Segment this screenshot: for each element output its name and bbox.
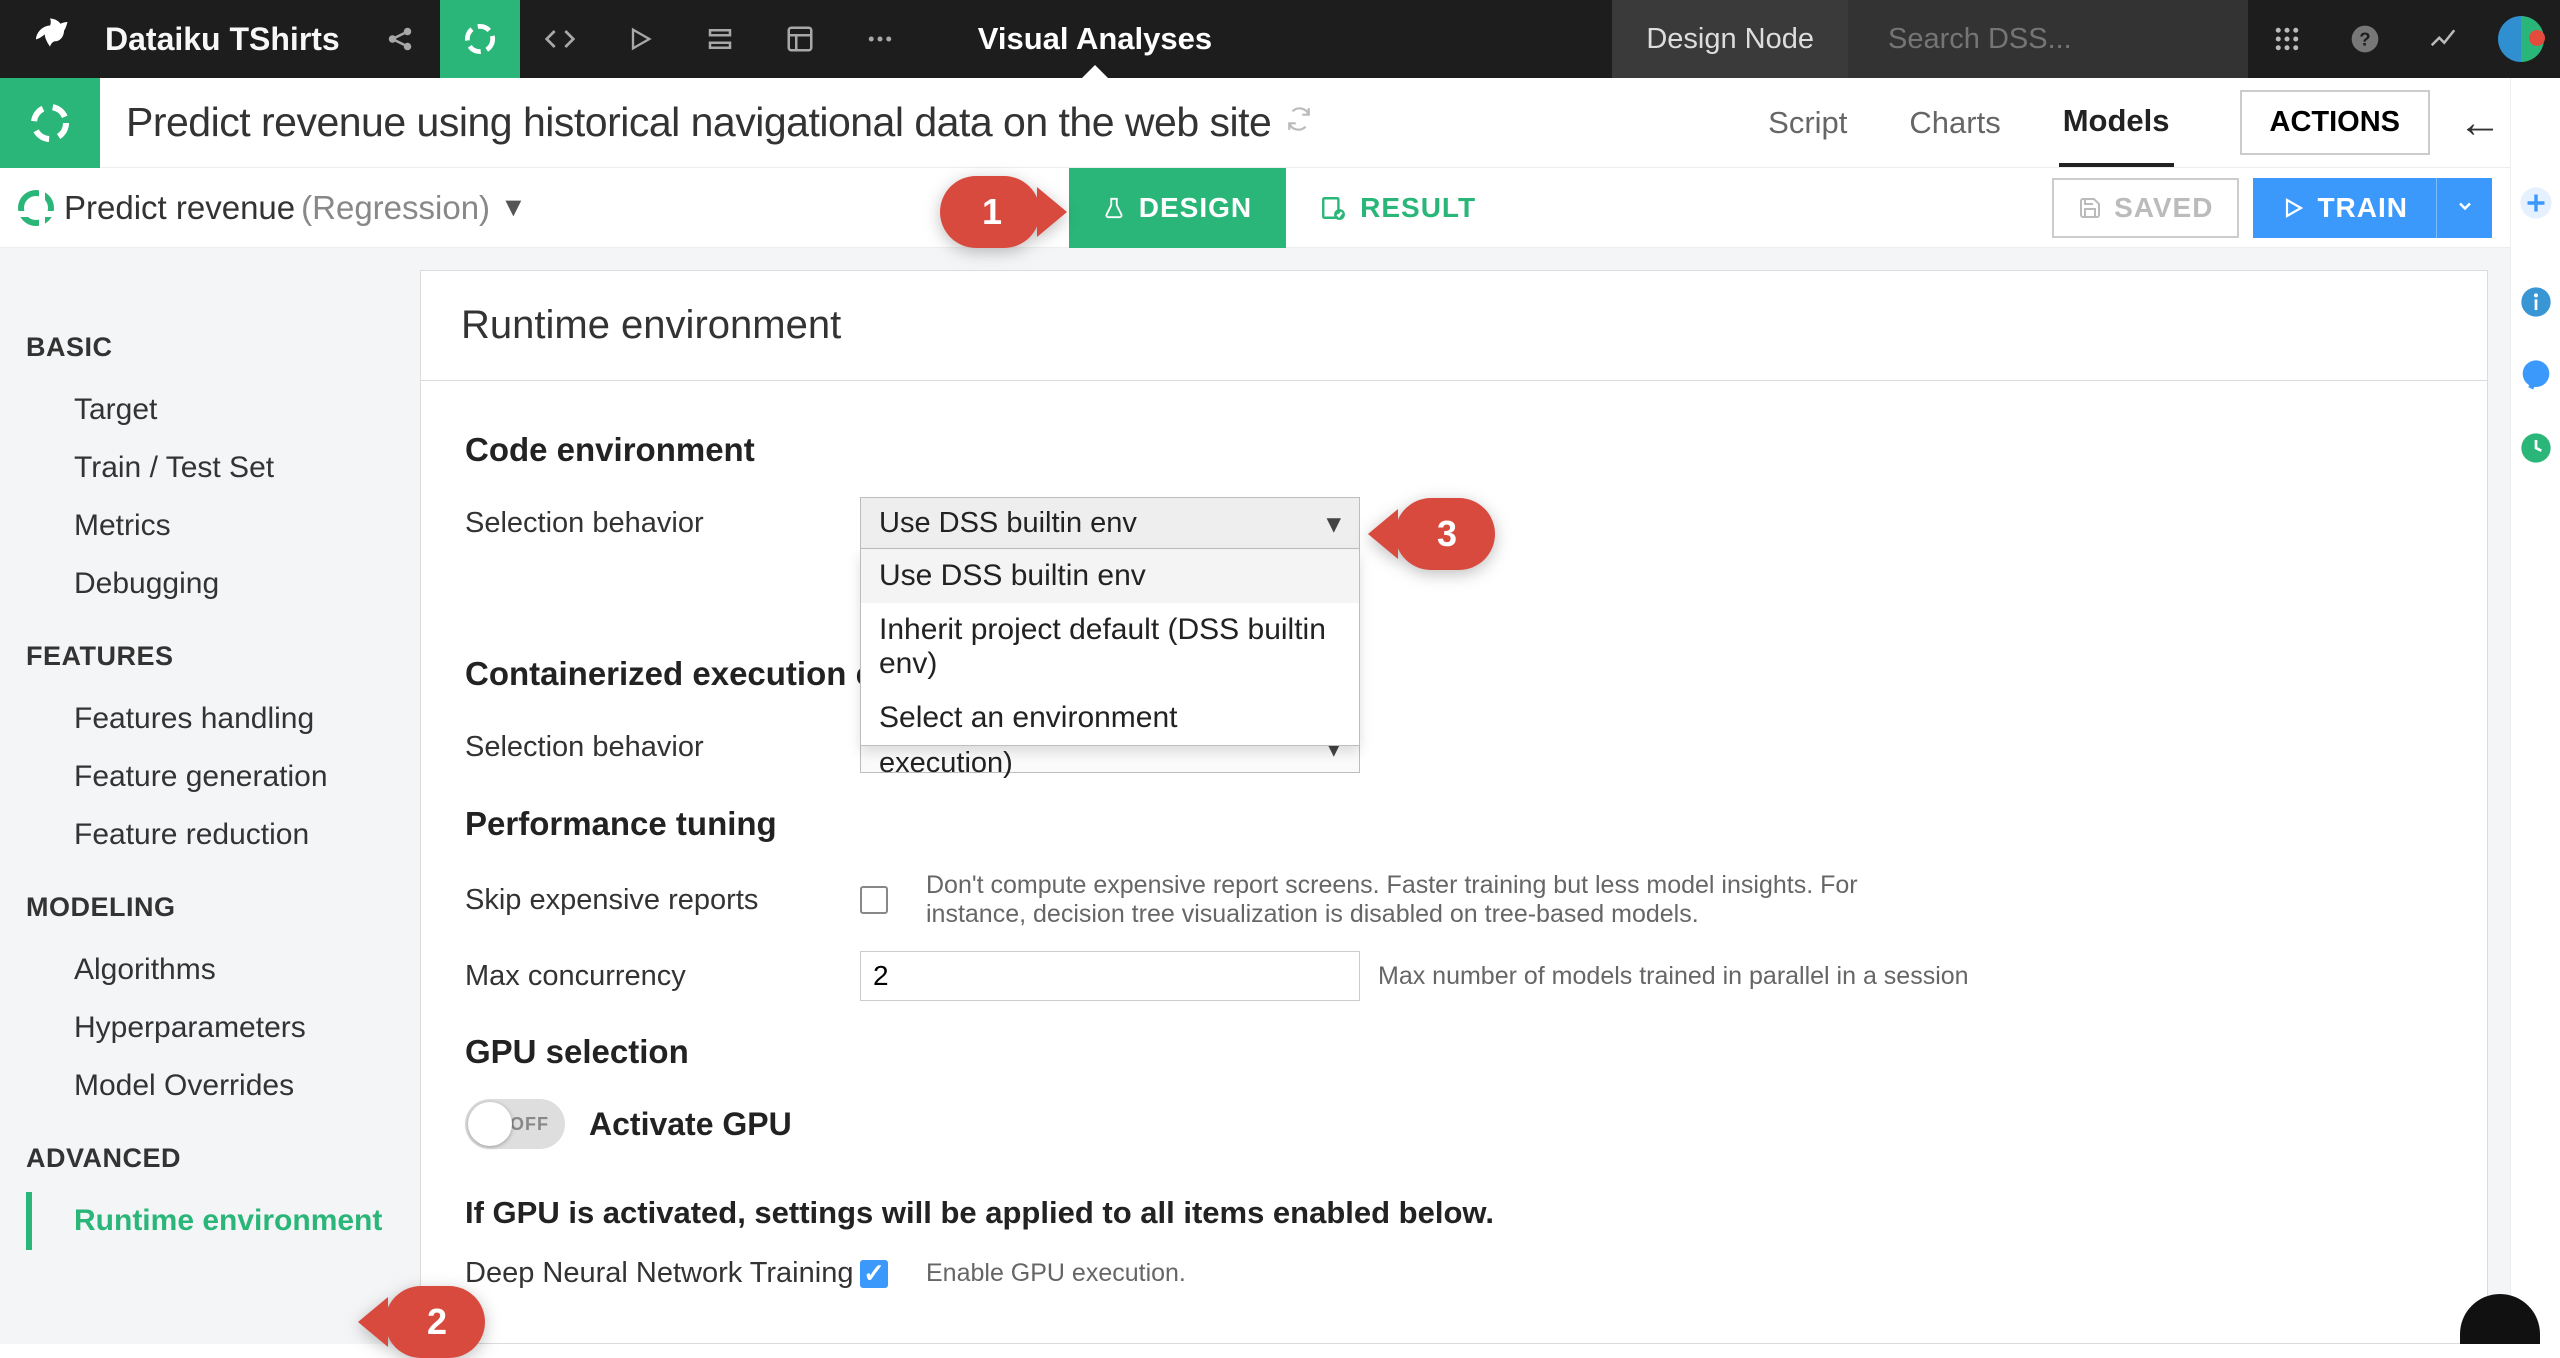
info-icon[interactable]: [2520, 286, 2552, 325]
sidebar-item-features-handling[interactable]: Features handling: [26, 690, 420, 748]
saved-button: SAVED: [2052, 178, 2239, 238]
design-button[interactable]: DESIGN: [1069, 168, 1286, 248]
result-button[interactable]: RESULT: [1286, 168, 1510, 248]
settings-sidebar: BASIC Target Train / Test Set Metrics De…: [0, 248, 420, 1344]
dnn-label: Deep Neural Network Training: [465, 1257, 860, 1290]
sidebar-group-advanced: ADVANCED: [26, 1143, 420, 1174]
help-icon[interactable]: ?: [2326, 23, 2404, 55]
sidebar-item-model-overrides[interactable]: Model Overrides: [26, 1057, 420, 1115]
sidebar-group-basic: BASIC: [26, 332, 420, 363]
user-avatar[interactable]: [2482, 16, 2560, 62]
sidebar-item-feature-generation[interactable]: Feature generation: [26, 748, 420, 806]
sidebar-item-algorithms[interactable]: Algorithms: [26, 941, 420, 999]
check-list-icon: [1320, 195, 1346, 221]
sidebar-item-hyperparameters[interactable]: Hyperparameters: [26, 999, 420, 1057]
callout-1: 1: [940, 176, 1040, 248]
gpu-activate-label: Activate GPU: [589, 1106, 792, 1143]
code-env-select[interactable]: Use DSS builtin env ▾ Use DSS builtin en…: [860, 497, 1360, 549]
apps-icon[interactable]: [2248, 24, 2326, 54]
breadcrumb-title[interactable]: Visual Analyses: [978, 0, 1212, 78]
play-outline-icon: [2281, 196, 2305, 220]
code-env-option[interactable]: Select an environment: [861, 691, 1359, 745]
history-icon[interactable]: [2520, 432, 2552, 471]
max-concurrency-help: Max number of models trained in parallel…: [1378, 962, 1969, 991]
project-name[interactable]: Dataiku TShirts: [100, 0, 360, 78]
save-icon: [2078, 196, 2102, 220]
actions-button[interactable]: ACTIONS: [2240, 90, 2431, 155]
model-name[interactable]: Predict revenue: [64, 189, 295, 227]
perf-heading: Performance tuning: [465, 805, 2443, 843]
code-env-label: Selection behavior: [465, 507, 860, 540]
sidebar-item-metrics[interactable]: Metrics: [26, 497, 420, 555]
code-env-option[interactable]: Use DSS builtin env: [861, 549, 1359, 603]
sidebar-item-feature-reduction[interactable]: Feature reduction: [26, 806, 420, 864]
skip-reports-help: Don't compute expensive report screens. …: [926, 871, 1876, 929]
sidebar-group-modeling: MODELING: [26, 892, 420, 923]
containerized-heading: Containerized execution conf: [465, 655, 2443, 693]
tab-script[interactable]: Script: [1764, 81, 1851, 165]
result-label: RESULT: [1360, 192, 1476, 224]
design-node-label[interactable]: Design Node: [1612, 0, 1848, 78]
content-title: Runtime environment: [421, 271, 2487, 381]
model-ring-icon: [18, 190, 54, 226]
page-title: Predict revenue using historical navigat…: [100, 99, 1271, 146]
containerized-label: Selection behavior: [465, 731, 860, 764]
sidebar-group-features: FEATURES: [26, 641, 420, 672]
sidebar-item-train-test[interactable]: Train / Test Set: [26, 439, 420, 497]
chevron-down-icon[interactable]: ▼: [500, 192, 527, 223]
notification-dot: [2529, 30, 2545, 46]
sync-icon[interactable]: [1286, 106, 1312, 139]
train-button[interactable]: TRAIN: [2253, 178, 2436, 238]
max-concurrency-input[interactable]: [860, 951, 1360, 1001]
bird-icon: [29, 15, 71, 64]
chevron-down-icon: [2455, 196, 2475, 216]
code-env-value: Use DSS builtin env: [879, 507, 1137, 540]
skip-reports-label: Skip expensive reports: [465, 884, 860, 917]
flow-icon[interactable]: [440, 0, 520, 78]
train-dropdown-button[interactable]: [2436, 178, 2492, 238]
plus-icon[interactable]: [2519, 186, 2553, 227]
back-arrow-icon[interactable]: ←: [2450, 98, 2510, 148]
gpu-toggle[interactable]: OFF: [465, 1099, 565, 1149]
code-env-option[interactable]: Inherit project default (DSS builtin env…: [861, 603, 1359, 691]
chat-icon[interactable]: [2520, 359, 2552, 398]
skip-reports-checkbox[interactable]: [860, 886, 888, 914]
dnn-help: Enable GPU execution.: [926, 1259, 1186, 1288]
sidebar-item-target[interactable]: Target: [26, 381, 420, 439]
stack-icon[interactable]: [680, 0, 760, 78]
tab-models[interactable]: Models: [2059, 79, 2174, 167]
max-concurrency-label: Max concurrency: [465, 960, 860, 993]
flask-icon: [1103, 194, 1125, 222]
dashboard-icon[interactable]: [760, 0, 840, 78]
dnn-checkbox[interactable]: ✓: [860, 1260, 888, 1288]
share-icon[interactable]: [360, 0, 440, 78]
model-type: (Regression): [301, 189, 490, 227]
more-icon[interactable]: [840, 0, 920, 78]
chevron-down-icon: ▾: [1326, 506, 1341, 541]
tab-charts[interactable]: Charts: [1905, 81, 2004, 165]
toggle-knob: [468, 1102, 512, 1146]
svg-text:?: ?: [2359, 29, 2370, 50]
design-label: DESIGN: [1139, 192, 1252, 224]
gpu-note: If GPU is activated, settings will be ap…: [465, 1195, 2443, 1231]
train-label: TRAIN: [2317, 192, 2408, 224]
callout-2: 2: [385, 1286, 485, 1358]
callout-3: 3: [1395, 498, 1495, 570]
search-box[interactable]: [1848, 0, 2248, 78]
gpu-heading: GPU selection: [465, 1033, 2443, 1071]
search-input[interactable]: [1870, 22, 2267, 57]
analysis-type-icon: [0, 78, 100, 168]
code-env-heading: Code environment: [465, 431, 2443, 469]
saved-label: SAVED: [2114, 192, 2213, 224]
code-icon[interactable]: [520, 0, 600, 78]
gpu-toggle-off-label: OFF: [510, 1114, 549, 1135]
code-env-dropdown: Use DSS builtin env Inherit project defa…: [860, 549, 1360, 746]
sidebar-item-debugging[interactable]: Debugging: [26, 555, 420, 613]
play-icon[interactable]: [600, 0, 680, 78]
sidebar-item-runtime-env[interactable]: Runtime environment: [26, 1192, 420, 1250]
dataiku-logo[interactable]: [0, 0, 100, 78]
activity-icon[interactable]: [2404, 24, 2482, 54]
